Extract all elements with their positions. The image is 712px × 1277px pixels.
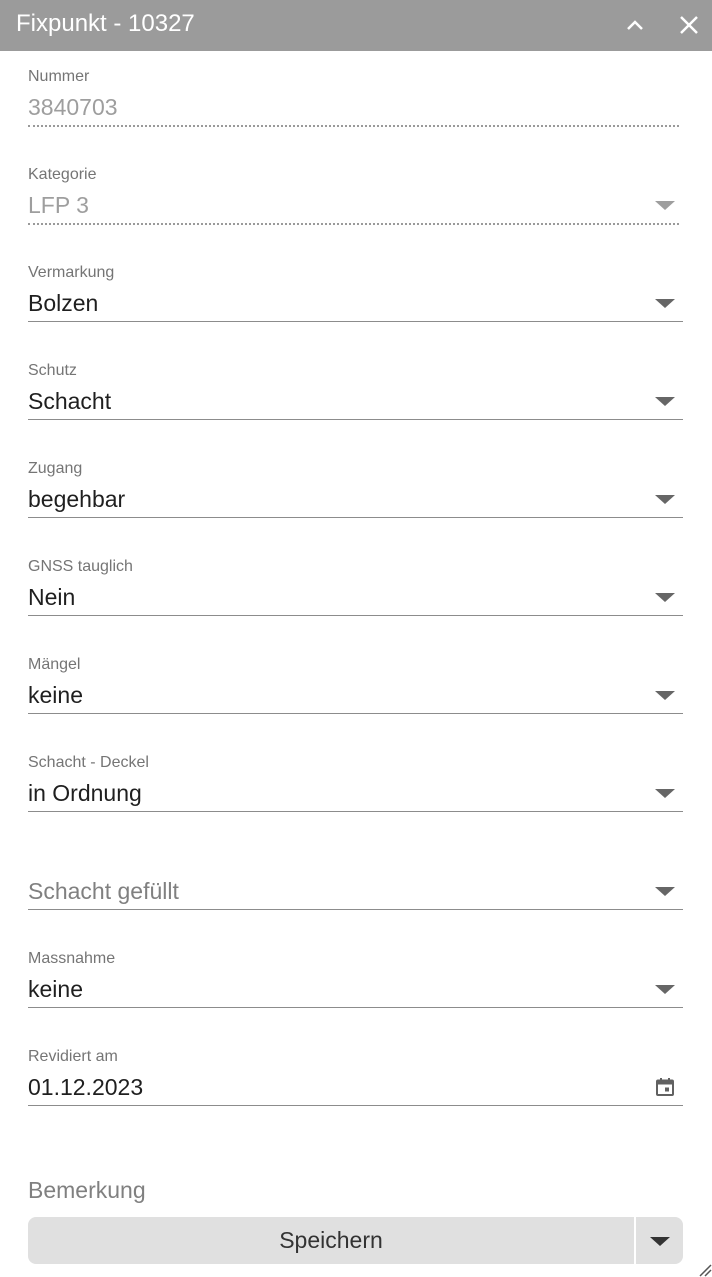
vermarkung-value: Bolzen xyxy=(28,290,99,316)
maengel-underline xyxy=(28,713,683,714)
massnahme-label: Massnahme xyxy=(28,950,116,967)
save-button[interactable]: Speichern xyxy=(28,1217,634,1264)
schacht-deckel-select[interactable]: Schacht - Deckel in Ordnung xyxy=(28,753,683,823)
save-menu-button[interactable] xyxy=(636,1217,683,1264)
revidiert-value[interactable]: 01.12.2023 xyxy=(28,1072,143,1102)
gefuellt-placeholder: Schacht gefüllt xyxy=(28,878,179,904)
dropdown-arrow-icon[interactable] xyxy=(655,495,675,504)
vermarkung-underline xyxy=(28,321,683,322)
dropdown-arrow-icon[interactable] xyxy=(655,397,675,406)
gnss-tauglich-select[interactable]: GNSS tauglich Nein xyxy=(28,557,683,627)
close-icon xyxy=(680,16,698,34)
window-title: Fixpunkt - 10327 xyxy=(16,10,195,37)
deckel-label: Schacht - Deckel xyxy=(28,754,149,771)
vermarkung-select[interactable]: Vermarkung Bolzen xyxy=(28,263,683,333)
maengel-value: keine xyxy=(28,682,83,708)
vermarkung-label: Vermarkung xyxy=(28,264,115,281)
schutz-label: Schutz xyxy=(28,362,77,379)
schutz-value: Schacht xyxy=(28,388,112,414)
kategorie-underline xyxy=(28,223,679,225)
zugang-label: Zugang xyxy=(28,460,83,477)
dropdown-arrow-icon[interactable] xyxy=(655,299,675,308)
schutz-underline xyxy=(28,419,683,420)
schacht-gefuellt-select[interactable]: Schacht gefüllt xyxy=(28,851,683,921)
kategorie-select: Kategorie LFP 3 xyxy=(28,165,683,235)
revidiert-label: Revidiert am xyxy=(28,1048,118,1065)
massnahme-value: keine xyxy=(28,976,83,1002)
dropdown-arrow-icon[interactable] xyxy=(655,887,675,896)
save-split-button: Speichern xyxy=(28,1217,683,1264)
deckel-underline xyxy=(28,811,683,812)
kategorie-value: LFP 3 xyxy=(28,192,89,218)
dropdown-arrow-icon[interactable] xyxy=(655,985,675,994)
gnss-label: GNSS tauglich xyxy=(28,558,133,575)
calendar-icon[interactable] xyxy=(655,1077,675,1097)
window-titlebar: Fixpunkt - 10327 xyxy=(0,0,712,51)
zugang-select[interactable]: Zugang begehbar xyxy=(28,459,683,529)
chevron-up-icon xyxy=(627,20,643,30)
nummer-field: Nummer 3840703 xyxy=(28,67,683,137)
zugang-value: begehbar xyxy=(28,486,126,512)
resize-handle-icon[interactable] xyxy=(696,1261,712,1277)
caret-down-icon xyxy=(650,1237,670,1246)
nummer-label: Nummer xyxy=(28,68,90,85)
revidiert-am-date-field[interactable]: Revidiert am 01.12.2023 xyxy=(28,1047,683,1117)
gefuellt-underline xyxy=(28,909,683,910)
deckel-value: in Ordnung xyxy=(28,780,142,806)
maengel-select[interactable]: Mängel keine xyxy=(28,655,683,725)
nummer-value: 3840703 xyxy=(28,94,118,120)
gnss-value: Nein xyxy=(28,584,76,610)
gnss-underline xyxy=(28,615,683,616)
massnahme-select[interactable]: Massnahme keine xyxy=(28,949,683,1019)
bemerkung-field[interactable]: Bemerkung xyxy=(28,1175,146,1205)
nummer-underline xyxy=(28,125,679,127)
close-button[interactable] xyxy=(674,10,704,40)
dropdown-arrow-icon xyxy=(655,201,675,210)
dropdown-arrow-icon[interactable] xyxy=(655,593,675,602)
dropdown-arrow-icon[interactable] xyxy=(655,691,675,700)
kategorie-label: Kategorie xyxy=(28,166,97,183)
collapse-button[interactable] xyxy=(620,10,650,40)
schutz-select[interactable]: Schutz Schacht xyxy=(28,361,683,431)
dropdown-arrow-icon[interactable] xyxy=(655,789,675,798)
massnahme-underline xyxy=(28,1007,683,1008)
revidiert-underline xyxy=(28,1105,683,1106)
maengel-label: Mängel xyxy=(28,656,81,673)
zugang-underline xyxy=(28,517,683,518)
